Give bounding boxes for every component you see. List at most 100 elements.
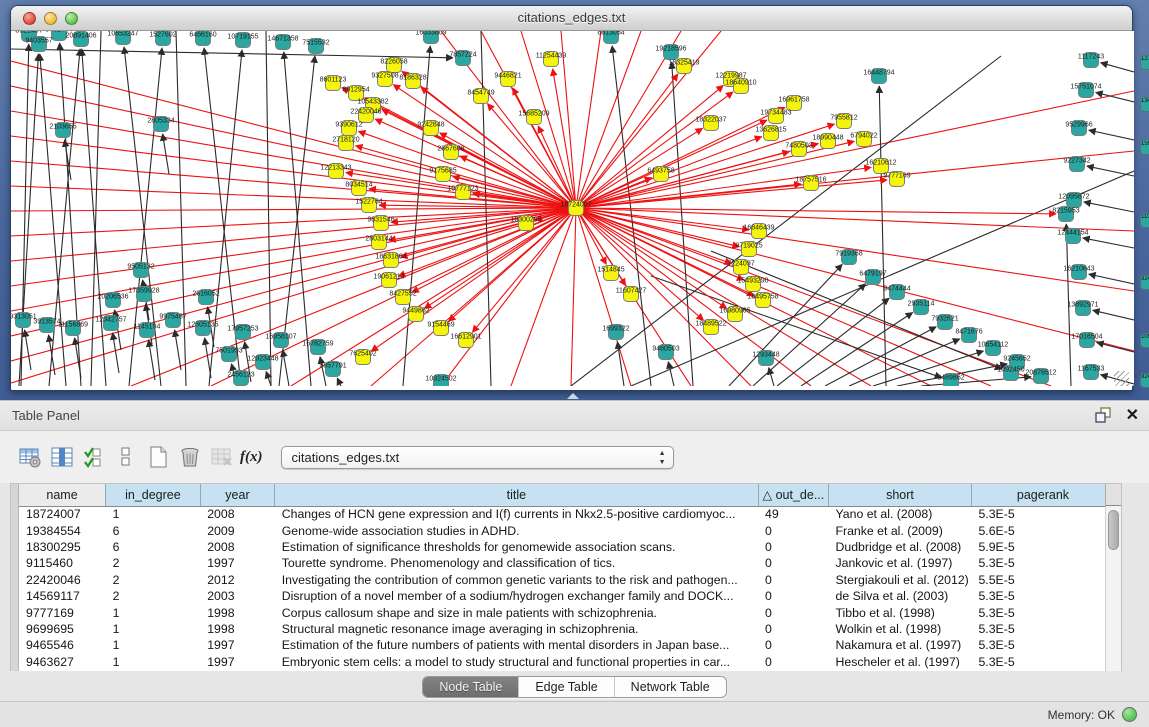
cell-pagerank[interactable]: 5.3E-5 (971, 506, 1114, 522)
cell-out_degree[interactable]: 0 (758, 654, 828, 670)
cell-title[interactable]: Investigating the contribution of common… (275, 572, 758, 588)
cell-in_degree[interactable]: 1 (106, 654, 201, 670)
float-panel-icon[interactable] (1092, 405, 1114, 427)
graph-edge[interactable] (631, 171, 1134, 386)
graph-edge[interactable] (1089, 130, 1134, 140)
cell-pagerank[interactable]: 5.3E-5 (971, 588, 1114, 604)
background-window-nodes[interactable]: 1273415134399015935831103516924501210924… (1138, 35, 1149, 391)
table-row[interactable]: 946362711997Embryonic stem cells: a mode… (19, 654, 1115, 670)
graph-edge[interactable] (40, 54, 66, 386)
cell-short[interactable]: de Silva et al. (2003) (828, 588, 971, 604)
column-header-out_degree[interactable]: △ out_de... (758, 484, 828, 506)
network-canvas[interactable]: 1872400718300295860112389129548226058932… (11, 31, 1134, 386)
graph-edge[interactable] (291, 208, 576, 386)
graph-edge[interactable] (668, 362, 674, 386)
cell-in_degree[interactable]: 6 (106, 522, 201, 538)
cell-title[interactable]: Tourette syndrome. Phenomenology and cla… (275, 555, 758, 571)
graph-edge[interactable] (576, 91, 1134, 208)
cell-in_degree[interactable]: 2 (106, 572, 201, 588)
graph-edge[interactable] (576, 92, 733, 208)
table-row[interactable]: 911546021997Tourette syndrome. Phenomeno… (19, 555, 1115, 571)
vertical-scrollbar[interactable] (1105, 506, 1121, 671)
cell-year[interactable]: 2008 (200, 506, 275, 522)
cell-year[interactable]: 2012 (200, 572, 275, 588)
cell-short[interactable]: Jankovic et al. (1997) (828, 555, 971, 571)
network-window-titlebar[interactable]: citations_edges.txt (11, 6, 1132, 31)
cell-out_degree[interactable]: 0 (758, 588, 828, 604)
cell-title[interactable]: Changes of HCN gene expression and I(f) … (275, 506, 758, 522)
cell-pagerank[interactable]: 5.3E-5 (971, 637, 1114, 653)
cell-short[interactable]: Nakamura et al. (1997) (828, 637, 971, 653)
cell-short[interactable]: Franke et al. (2009) (828, 522, 971, 538)
graph-edge[interactable] (571, 208, 576, 386)
cell-short[interactable]: Wolkin et al. (1998) (828, 621, 971, 637)
cell-name[interactable]: 9777169 (19, 604, 106, 620)
graph-edge[interactable] (266, 371, 271, 386)
graph-node[interactable]: 9245032 (1140, 373, 1149, 388)
delete-column-button[interactable] (174, 441, 206, 473)
tab-network-table[interactable]: Network Table (615, 677, 726, 697)
create-column-button[interactable] (142, 441, 174, 473)
cell-year[interactable]: 1997 (200, 555, 275, 571)
table-row[interactable]: 2242004622012Investigating the contribut… (19, 572, 1115, 588)
table-row[interactable]: 977716911998Corpus callosum shape and si… (19, 604, 1115, 620)
cell-short[interactable]: Tibbo et al. (1998) (828, 604, 971, 620)
graph-edge[interactable] (1101, 63, 1134, 72)
table-row[interactable]: 969969511998Structural magnetic resonanc… (19, 621, 1115, 637)
cell-out_degree[interactable]: 0 (758, 637, 828, 653)
table-row[interactable]: 1872400712008Changes of HCN gene express… (19, 506, 1115, 522)
column-header-pagerank[interactable]: pagerank (971, 484, 1114, 506)
cell-year[interactable]: 1998 (200, 621, 275, 637)
cell-name[interactable]: 18300295 (19, 539, 106, 555)
graph-edge[interactable] (337, 378, 341, 386)
cell-pagerank[interactable]: 5.3E-5 (971, 604, 1114, 620)
cell-pagerank[interactable]: 5.6E-5 (971, 522, 1114, 538)
cell-in_degree[interactable]: 6 (106, 539, 201, 555)
cell-short[interactable]: Dudbridge et al. (2008) (828, 539, 971, 555)
table-row[interactable]: 1830029562008Estimation of significance … (19, 539, 1115, 555)
graph-edge[interactable] (283, 350, 289, 386)
graph-edge[interactable] (113, 333, 119, 373)
resize-grip-icon[interactable] (1114, 371, 1129, 386)
graph-edge[interactable] (75, 338, 81, 378)
graph-edge[interactable] (672, 62, 693, 386)
graph-edge[interactable] (176, 31, 186, 386)
graph-edge[interactable] (576, 208, 631, 386)
graph-edge[interactable] (777, 298, 889, 386)
close-panel-icon[interactable]: ✕ (1126, 406, 1139, 426)
cell-name[interactable]: 19384554 (19, 522, 106, 538)
cell-in_degree[interactable]: 2 (106, 555, 201, 571)
graph-edge[interactable] (576, 208, 727, 308)
cell-pagerank[interactable]: 5.3E-5 (971, 555, 1114, 571)
table-row[interactable]: 1456911722003Disruption of a novel membe… (19, 588, 1115, 604)
cell-year[interactable]: 1997 (200, 654, 275, 670)
graph-edge[interactable] (1093, 310, 1134, 320)
cell-title[interactable]: Estimation of significance thresholds fo… (275, 539, 758, 555)
table-select-dropdown[interactable]: citations_edges.txt ▲▼ (281, 446, 674, 469)
table-row[interactable]: 946554611997Estimation of the future num… (19, 637, 1115, 653)
graph-edge[interactable] (205, 338, 211, 378)
graph-edge[interactable] (1089, 274, 1134, 284)
function-builder-button[interactable]: f(x) (240, 449, 263, 466)
graph-edge[interactable] (163, 134, 169, 174)
tab-edge-table[interactable]: Edge Table (519, 677, 614, 697)
cell-name[interactable]: 18724007 (19, 506, 106, 522)
cell-out_degree[interactable]: 0 (758, 555, 828, 571)
graph-edge[interactable] (1097, 342, 1134, 352)
show-columns-button[interactable] (46, 441, 78, 473)
graph-node[interactable]: 9245012 (1140, 275, 1149, 290)
graph-edge[interactable] (149, 340, 155, 380)
cell-title[interactable]: Estimation of the future numbers of pati… (275, 637, 758, 653)
column-header-in_degree[interactable]: in_degree (106, 484, 201, 506)
graph-node[interactable]: 1273415 (1140, 55, 1149, 70)
column-header-title[interactable]: title (275, 484, 758, 506)
cell-pagerank[interactable]: 5.3E-5 (971, 621, 1114, 637)
graph-edge[interactable] (1083, 238, 1134, 248)
cell-out_degree[interactable]: 0 (758, 572, 828, 588)
cell-out_degree[interactable]: 0 (758, 604, 828, 620)
tab-node-table[interactable]: Node Table (423, 677, 519, 697)
cell-title[interactable]: Structural magnetic resonance image aver… (275, 621, 758, 637)
cell-name[interactable]: 9463627 (19, 654, 106, 670)
cell-year[interactable]: 2008 (200, 539, 275, 555)
table-row[interactable]: 1938455462009Genome-wide association stu… (19, 522, 1115, 538)
